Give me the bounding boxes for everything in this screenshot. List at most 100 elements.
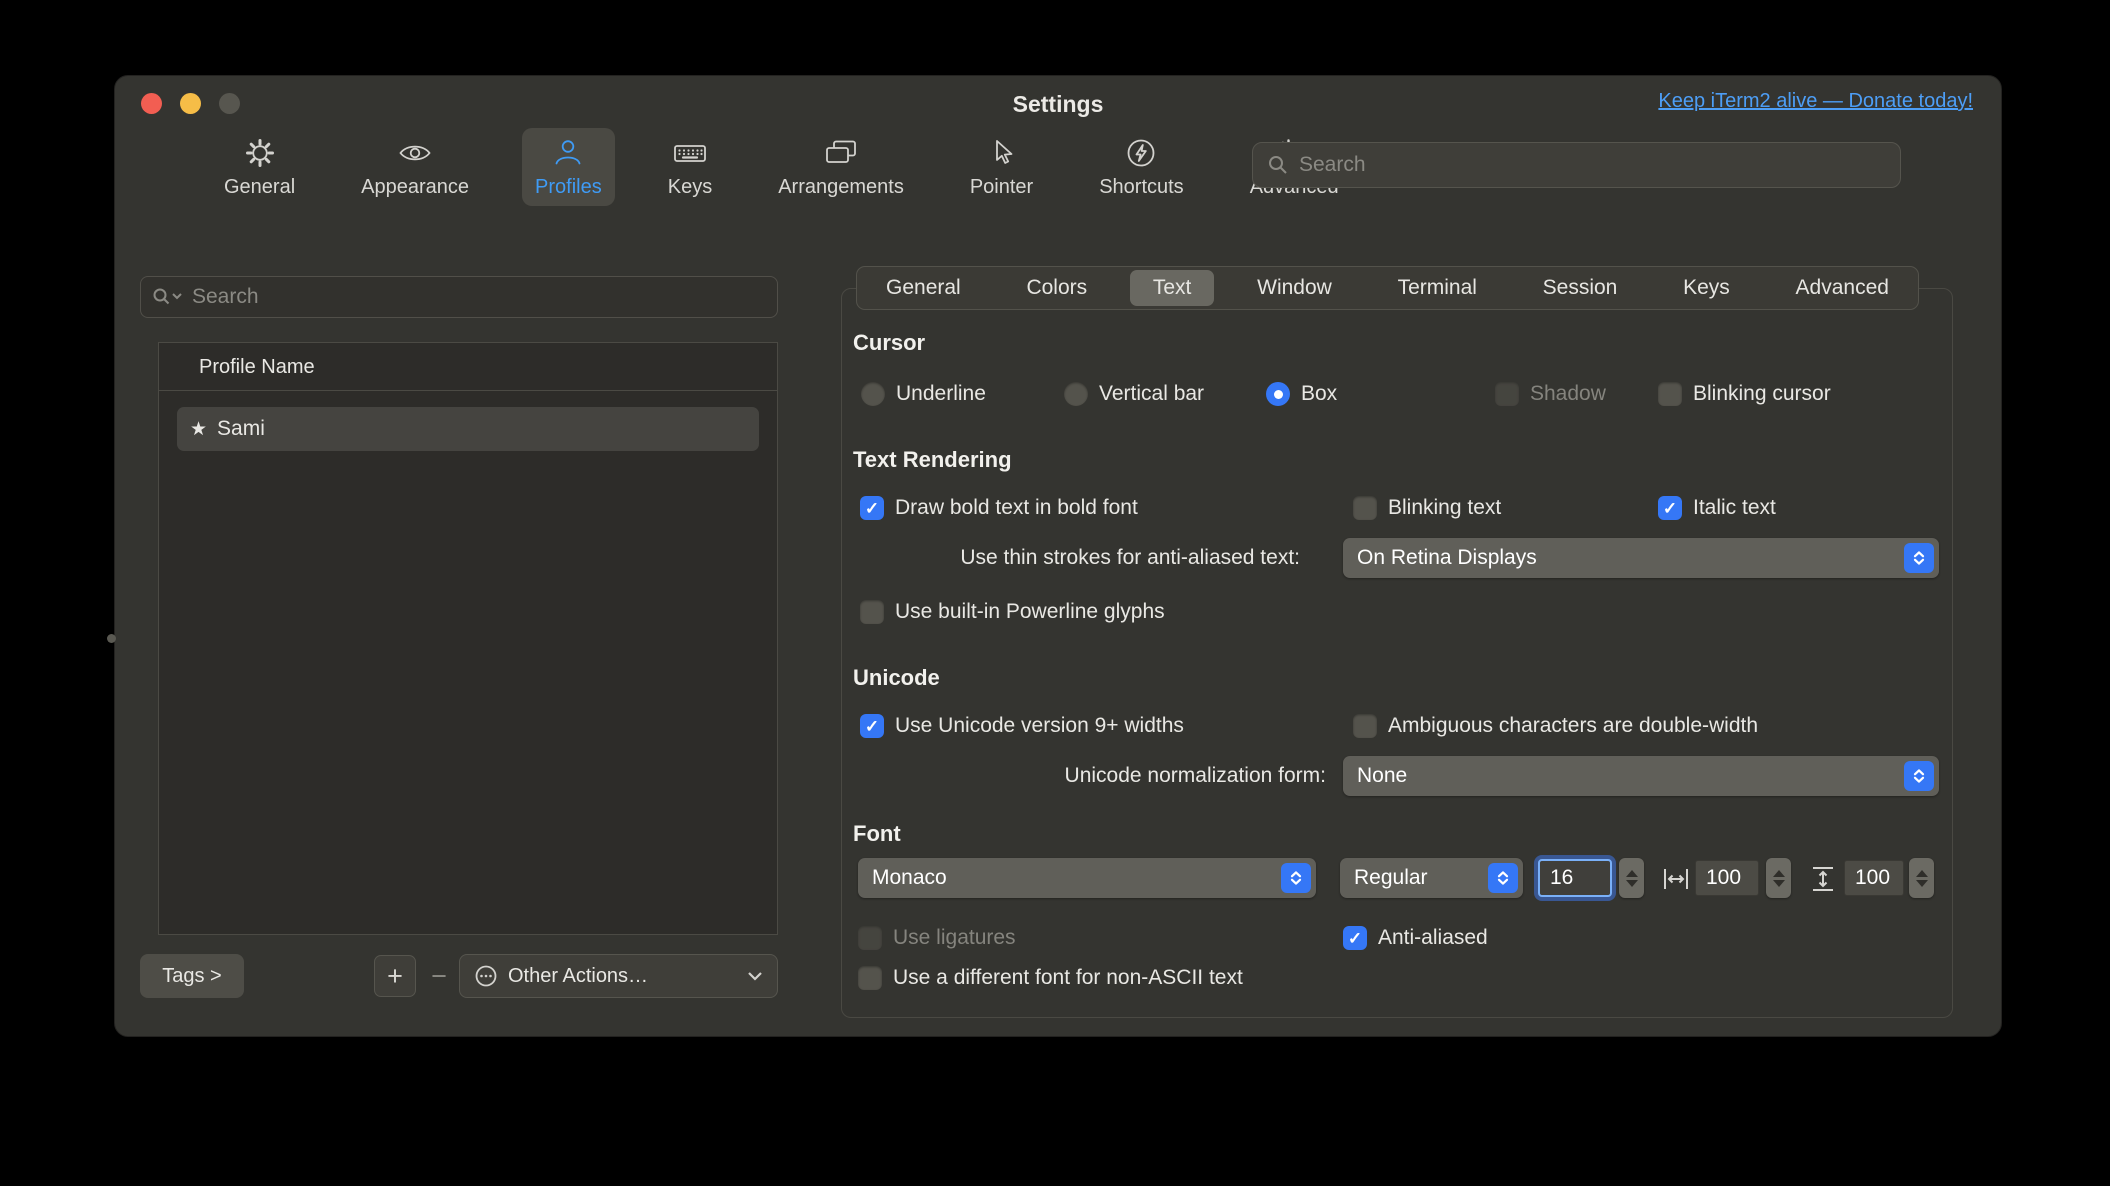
font-size-field[interactable] <box>1538 859 1612 897</box>
font-size-stepper[interactable] <box>1619 858 1644 898</box>
checkbox-antialiased[interactable]: ✓ Anti-aliased <box>1343 916 1488 960</box>
checkbox-blinking-text[interactable]: Blinking text <box>1353 486 1501 530</box>
pane-splitter-handle[interactable] <box>107 634 116 643</box>
tags-button[interactable]: Tags > <box>140 954 244 998</box>
toolbar-label: Appearance <box>361 176 470 198</box>
cursor-heading: Cursor <box>853 330 926 355</box>
horizontal-spacing-icon <box>1662 865 1690 893</box>
checkbox-use-ligatures[interactable]: Use ligatures <box>858 916 1016 960</box>
check-icon: ✓ <box>864 716 880 736</box>
tab-window[interactable]: Window <box>1234 270 1355 306</box>
cursor-icon <box>984 135 1020 171</box>
checkbox-shadow[interactable]: Shadow <box>1495 372 1606 416</box>
other-actions-menu[interactable]: Other Actions… <box>459 954 778 998</box>
stepper-down-icon <box>1915 879 1928 887</box>
radio-vertical-bar[interactable]: Vertical bar <box>1064 372 1204 416</box>
toolbar-search-input[interactable] <box>1299 153 1886 177</box>
horizontal-spacing-field[interactable] <box>1695 860 1759 896</box>
checkbox-powerline-glyphs[interactable]: Use built-in Powerline glyphs <box>860 590 1165 634</box>
tab-advanced[interactable]: Advanced <box>1773 270 1912 306</box>
radio-selected-icon <box>1266 382 1290 406</box>
profile-search-input[interactable] <box>192 285 766 309</box>
radio-icon <box>1064 382 1088 406</box>
tab-keys[interactable]: Keys <box>1660 270 1753 306</box>
checkbox-checked-icon: ✓ <box>1658 496 1682 520</box>
profile-tab-bar: General Colors Text Window Terminal Sess… <box>856 266 1919 310</box>
check-icon: ✓ <box>1662 498 1678 518</box>
checkbox-icon <box>858 926 882 950</box>
chevron-down-icon <box>748 972 762 981</box>
checkbox-unicode-v9[interactable]: ✓ Use Unicode version 9+ widths <box>860 704 1184 748</box>
scoped-search-icon <box>153 288 182 305</box>
settings-window: Settings Keep iTerm2 alive — Donate toda… <box>107 75 2002 1037</box>
checkbox-icon <box>858 966 882 990</box>
checkbox-checked-icon: ✓ <box>860 714 884 738</box>
ellipsis-circle-icon <box>475 965 497 987</box>
popup-updown-icon <box>1904 543 1934 573</box>
toolbar-label: Pointer <box>969 176 1034 198</box>
radio-box[interactable]: Box <box>1266 372 1337 416</box>
checkbox-icon <box>1495 382 1519 406</box>
tab-general[interactable]: General <box>863 270 984 306</box>
tab-colors[interactable]: Colors <box>1003 270 1110 306</box>
checkbox-draw-bold[interactable]: ✓ Draw bold text in bold font <box>860 486 1138 530</box>
profile-name-column-header[interactable]: Profile Name <box>159 343 777 391</box>
donate-link[interactable]: Keep iTerm2 alive — Donate today! <box>1658 90 1973 113</box>
windows-icon <box>823 135 859 171</box>
profile-search[interactable] <box>140 276 778 318</box>
toolbar-label: Keys <box>667 176 713 198</box>
toolbar-label: Arrangements <box>778 176 904 198</box>
tab-terminal[interactable]: Terminal <box>1375 270 1500 306</box>
profile-list: Profile Name ★ Sami <box>158 342 778 935</box>
toolbar-search[interactable] <box>1252 142 1901 188</box>
stepper-up-icon <box>1915 869 1928 877</box>
checkbox-icon <box>1353 714 1377 738</box>
profile-name: Sami <box>217 417 265 440</box>
remove-profile-button[interactable]: − <box>421 955 457 997</box>
checkbox-non-ascii-font[interactable]: Use a different font for non-ASCII text <box>858 956 1243 1000</box>
toolbar-label: General <box>224 176 296 198</box>
popup-updown-icon <box>1488 863 1518 893</box>
toolbar-item-pointer[interactable]: Pointer <box>957 128 1046 206</box>
keyboard-icon <box>672 135 708 171</box>
checkbox-checked-icon: ✓ <box>860 496 884 520</box>
toolbar-item-shortcuts[interactable]: Shortcuts <box>1086 128 1196 206</box>
tab-session[interactable]: Session <box>1520 270 1641 306</box>
toolbar-item-arrangements[interactable]: Arrangements <box>765 128 917 206</box>
popup-updown-icon <box>1281 863 1311 893</box>
toolbar-label: Shortcuts <box>1099 176 1184 198</box>
checkbox-italic-text[interactable]: ✓ Italic text <box>1658 486 1776 530</box>
normalization-popup[interactable]: None <box>1343 756 1939 796</box>
font-family-popup[interactable]: Monaco <box>858 858 1316 898</box>
vertical-spacing-field[interactable] <box>1844 860 1904 896</box>
check-icon: ✓ <box>1347 928 1363 948</box>
toolbar-item-appearance[interactable]: Appearance <box>348 128 482 206</box>
toolbar-label: Profiles <box>535 176 602 198</box>
eye-icon <box>397 135 433 171</box>
thin-strokes-popup[interactable]: On Retina Displays <box>1343 538 1939 578</box>
tab-text[interactable]: Text <box>1129 270 1215 306</box>
font-style-popup[interactable]: Regular <box>1340 858 1523 898</box>
stepper-down-icon <box>1772 879 1785 887</box>
person-icon <box>550 135 586 171</box>
font-heading: Font <box>853 821 901 846</box>
checkbox-checked-icon: ✓ <box>1343 926 1367 950</box>
radio-underline[interactable]: Underline <box>861 372 986 416</box>
gear-icon <box>242 135 278 171</box>
other-actions-label: Other Actions… <box>508 964 649 987</box>
toolbar-item-general[interactable]: General <box>211 128 308 206</box>
stepper-down-icon <box>1625 879 1638 887</box>
vertical-spacing-stepper[interactable] <box>1909 858 1934 898</box>
radio-icon <box>861 382 885 406</box>
checkbox-blinking-cursor[interactable]: Blinking cursor <box>1658 372 1831 416</box>
checkbox-icon <box>1658 382 1682 406</box>
unicode-heading: Unicode <box>853 665 940 690</box>
profile-row[interactable]: ★ Sami <box>177 407 759 451</box>
toolbar-item-profiles[interactable]: Profiles <box>522 128 615 206</box>
bolt-icon <box>1123 135 1159 171</box>
checkbox-ambiguous-double-width[interactable]: Ambiguous characters are double-width <box>1353 704 1758 748</box>
toolbar-item-keys[interactable]: Keys <box>655 128 725 206</box>
horizontal-spacing-stepper[interactable] <box>1766 858 1791 898</box>
add-profile-button[interactable]: + <box>374 955 416 997</box>
checkbox-icon <box>860 600 884 624</box>
